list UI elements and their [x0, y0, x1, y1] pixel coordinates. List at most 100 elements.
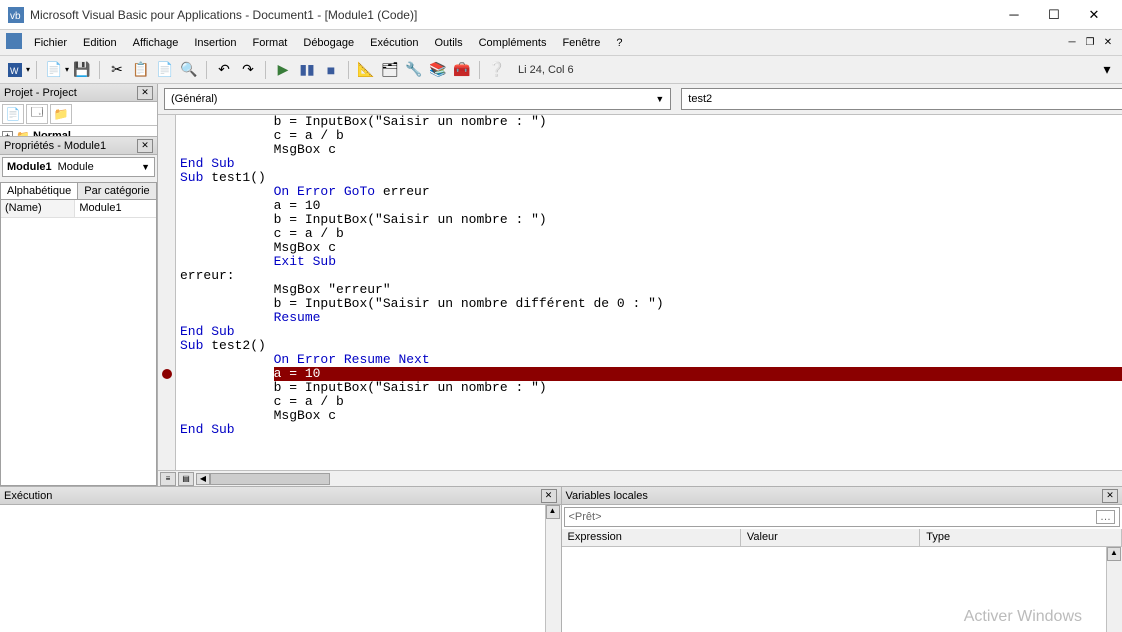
- mdi-minimize-button[interactable]: ─: [1064, 36, 1080, 50]
- code-line[interactable]: a = 10: [176, 367, 1122, 381]
- property-value[interactable]: Module1: [75, 200, 156, 217]
- code-editor[interactable]: b = InputBox("Saisir un nombre : ") c = …: [176, 115, 1122, 470]
- code-line[interactable]: Sub test1(): [176, 171, 1122, 185]
- menu-fentre[interactable]: Fenêtre: [554, 34, 608, 52]
- paste-button[interactable]: 📄: [154, 59, 176, 81]
- locals-context-selector[interactable]: <Prêt> …: [564, 507, 1121, 527]
- locals-grid-body[interactable]: ▲ Activer Windows: [562, 547, 1122, 632]
- scroll-up-button[interactable]: ▲: [1107, 547, 1121, 561]
- locals-browse-button[interactable]: …: [1096, 510, 1115, 524]
- run-button[interactable]: ▶: [272, 59, 294, 81]
- dropdown-caret-icon[interactable]: ▾: [26, 65, 30, 74]
- code-line[interactable]: b = InputBox("Saisir un nombre : "): [176, 381, 1122, 395]
- maximize-button[interactable]: ☐: [1034, 3, 1074, 27]
- object-dropdown[interactable]: (Général) ▼: [164, 88, 671, 110]
- vertical-scrollbar[interactable]: ▲: [545, 505, 561, 632]
- properties-tab[interactable]: Alphabétique: [0, 182, 78, 199]
- toolbox-button[interactable]: 🧰: [451, 59, 473, 81]
- mdi-close-button[interactable]: ✕: [1100, 36, 1116, 50]
- menu-format[interactable]: Format: [245, 34, 296, 52]
- code-line[interactable]: End Sub: [176, 325, 1122, 339]
- properties-tab[interactable]: Par catégorie: [77, 182, 156, 199]
- scroll-up-button[interactable]: ▲: [546, 505, 560, 519]
- menu-fichier[interactable]: Fichier: [26, 34, 75, 52]
- code-line[interactable]: Exit Sub: [176, 255, 1122, 269]
- find-button[interactable]: 🔍: [178, 59, 200, 81]
- pause-button[interactable]: ▮▮: [296, 59, 318, 81]
- redo-button[interactable]: ↷: [237, 59, 259, 81]
- code-line[interactable]: erreur:: [176, 269, 1122, 283]
- copy-button[interactable]: 📋: [130, 59, 152, 81]
- properties-panel-close-button[interactable]: ✕: [137, 139, 153, 153]
- code-line[interactable]: End Sub: [176, 157, 1122, 171]
- code-line[interactable]: On Error GoTo erreur: [176, 185, 1122, 199]
- object-browser-button[interactable]: 📚: [427, 59, 449, 81]
- code-line[interactable]: b = InputBox("Saisir un nombre : "): [176, 213, 1122, 227]
- scroll-left-button[interactable]: ◀: [196, 473, 210, 485]
- svg-text:W: W: [10, 66, 19, 76]
- property-row[interactable]: (Name)Module1: [1, 200, 156, 218]
- full-module-view-button[interactable]: ▤: [178, 472, 194, 486]
- code-gutter[interactable]: [158, 115, 176, 470]
- code-line[interactable]: MsgBox c: [176, 241, 1122, 255]
- menu-dbogage[interactable]: Débogage: [295, 34, 362, 52]
- minimize-button[interactable]: ─: [994, 3, 1034, 27]
- procedure-view-button[interactable]: ≡: [160, 472, 176, 486]
- properties-panel-title: Propriétés - Module1: [4, 140, 137, 152]
- horizontal-scrollbar[interactable]: ◀ ▶: [196, 472, 1122, 486]
- code-line[interactable]: MsgBox "erreur": [176, 283, 1122, 297]
- menu-excution[interactable]: Exécution: [362, 34, 426, 52]
- property-name: (Name): [1, 200, 75, 217]
- view-word-button[interactable]: W: [4, 59, 26, 81]
- menu-outils[interactable]: Outils: [426, 34, 470, 52]
- code-line[interactable]: c = a / b: [176, 129, 1122, 143]
- code-line[interactable]: End Sub: [176, 423, 1122, 437]
- procedure-dropdown[interactable]: test2 ▼: [681, 88, 1122, 110]
- design-mode-button[interactable]: 📐: [355, 59, 377, 81]
- vertical-scrollbar[interactable]: ▲: [1106, 547, 1122, 632]
- help-button[interactable]: ❔: [486, 59, 508, 81]
- code-line[interactable]: b = InputBox("Saisir un nombre différent…: [176, 297, 1122, 311]
- code-line[interactable]: b = InputBox("Saisir un nombre : "): [176, 115, 1122, 129]
- code-line[interactable]: Resume: [176, 311, 1122, 325]
- tree-node[interactable]: +📁Normal: [0, 128, 157, 136]
- project-explorer-button[interactable]: 🗂: [379, 59, 401, 81]
- close-button[interactable]: ✕: [1074, 3, 1114, 27]
- view-code-button[interactable]: 📄: [2, 104, 24, 124]
- undo-button[interactable]: ↶: [213, 59, 235, 81]
- properties-grid[interactable]: (Name)Module1: [0, 199, 157, 486]
- locals-column-header[interactable]: Valeur: [741, 529, 920, 546]
- properties-button[interactable]: 🔧: [403, 59, 425, 81]
- immediate-panel-close-button[interactable]: ✕: [541, 489, 557, 503]
- code-line[interactable]: MsgBox c: [176, 409, 1122, 423]
- stop-button[interactable]: ■: [320, 59, 342, 81]
- toggle-folders-button[interactable]: 📁: [50, 104, 72, 124]
- code-line[interactable]: Sub test2(): [176, 339, 1122, 353]
- code-line[interactable]: c = a / b: [176, 227, 1122, 241]
- code-line[interactable]: c = a / b: [176, 395, 1122, 409]
- view-object-button[interactable]: 🗔: [26, 104, 48, 124]
- project-tree[interactable]: +📁Normal-📁Project (Document1)-📂Microsoft…: [0, 126, 157, 136]
- menu-[interactable]: ?: [608, 34, 630, 52]
- mdi-restore-button[interactable]: ❐: [1082, 36, 1098, 50]
- properties-object-selector[interactable]: Module1 Module ▼: [2, 157, 155, 177]
- menu-complments[interactable]: Compléments: [471, 34, 555, 52]
- code-line[interactable]: MsgBox c: [176, 143, 1122, 157]
- menu-affichage[interactable]: Affichage: [125, 34, 187, 52]
- menu-edition[interactable]: Edition: [75, 34, 125, 52]
- save-button[interactable]: 💾: [71, 59, 93, 81]
- scrollbar-thumb[interactable]: [210, 473, 330, 485]
- breakpoint-marker[interactable]: [162, 369, 172, 379]
- dropdown-caret-icon[interactable]: ▾: [65, 65, 69, 74]
- cut-button[interactable]: ✂: [106, 59, 128, 81]
- locals-column-header[interactable]: Type: [920, 529, 1122, 546]
- locals-panel-close-button[interactable]: ✕: [1102, 489, 1118, 503]
- insert-button[interactable]: 📄: [43, 59, 65, 81]
- locals-column-header[interactable]: Expression: [562, 529, 741, 546]
- menu-insertion[interactable]: Insertion: [186, 34, 244, 52]
- project-panel-close-button[interactable]: ✕: [137, 86, 153, 100]
- code-line[interactable]: On Error Resume Next: [176, 353, 1122, 367]
- toolbar-overflow-button[interactable]: ▾: [1096, 59, 1118, 81]
- code-line[interactable]: a = 10: [176, 199, 1122, 213]
- immediate-window[interactable]: ▲: [0, 505, 561, 632]
